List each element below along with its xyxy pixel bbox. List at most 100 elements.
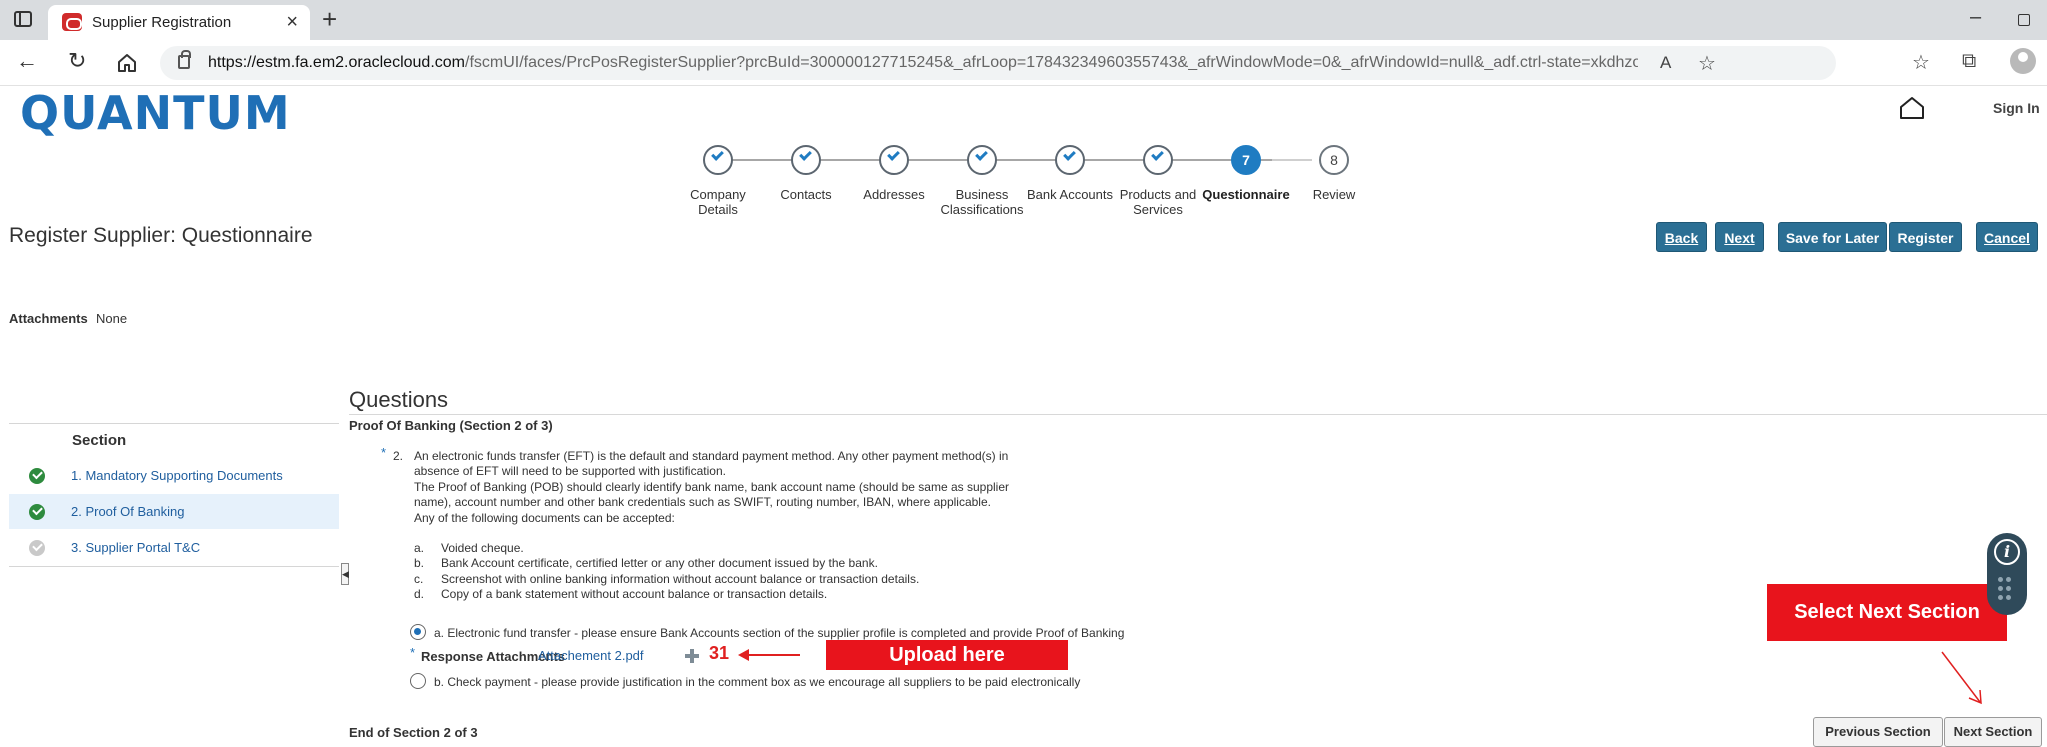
check-icon xyxy=(975,148,988,161)
option-b-label[interactable]: b. Check payment - please provide justif… xyxy=(434,675,1080,689)
incomplete-check-icon xyxy=(29,540,45,556)
next-section-button[interactable]: Next Section xyxy=(1944,717,2042,747)
grip-dot xyxy=(1998,586,2003,591)
train-label-questionnaire: Questionnaire xyxy=(1202,187,1290,202)
home-icon[interactable] xyxy=(116,52,138,74)
train-step-review[interactable]: 8 xyxy=(1319,145,1349,175)
section-item-label: 3. Supplier Portal T&C xyxy=(71,540,201,555)
question-text-line: Any of the following documents can be ac… xyxy=(414,511,675,525)
option-b-radio[interactable] xyxy=(410,673,426,689)
info-widget[interactable]: i xyxy=(1987,533,2027,615)
annotation-arrow-line xyxy=(744,654,800,656)
section-column-header: Section xyxy=(72,432,127,449)
back-icon[interactable]: ← xyxy=(16,48,38,74)
questions-divider xyxy=(349,414,2047,415)
train-step-bank-accounts[interactable] xyxy=(1055,145,1085,175)
grip-dot xyxy=(1998,595,2003,600)
attachment-file-link[interactable]: Attachement 2.pdf xyxy=(538,648,644,663)
check-icon xyxy=(1063,148,1076,161)
train-step-products-services[interactable] xyxy=(1143,145,1173,175)
close-icon[interactable]: × xyxy=(286,11,298,34)
back-button[interactable]: Back xyxy=(1656,222,1707,252)
question-text-line: The Proof of Banking (POB) should clearl… xyxy=(414,480,1009,494)
section-subheading: Proof Of Banking (Section 2 of 3) xyxy=(349,418,553,433)
attachments-label: Attachments xyxy=(9,311,88,326)
grip-dot xyxy=(2006,595,2011,600)
complete-check-icon xyxy=(29,468,45,484)
address-bar: ← ↻ https://estm.fa.em2.oraclecloud.com/… xyxy=(0,40,2047,86)
train-label-bank-accounts: Bank Accounts xyxy=(1027,187,1113,202)
tab-title: Supplier Registration xyxy=(92,14,232,31)
favorites-icon[interactable]: ☆ xyxy=(1912,50,1930,75)
quantum-logo: QUANTUM xyxy=(20,86,291,140)
question-text-line: name), account number and other bank cre… xyxy=(414,495,991,509)
favorite-icon[interactable]: ☆ xyxy=(1698,51,1716,76)
minimize-icon[interactable]: – xyxy=(1970,6,1981,29)
save-for-later-button[interactable]: Save for Later xyxy=(1778,222,1887,252)
section-item-label: 2. Proof Of Banking xyxy=(71,504,185,519)
read-aloud-icon[interactable]: A xyxy=(1660,53,1671,73)
annotation-select-next-section: Select Next Section xyxy=(1767,584,2007,641)
option-a-label[interactable]: a. Electronic fund transfer - please ens… xyxy=(434,626,1124,640)
collections-icon[interactable]: ⧉ xyxy=(1962,50,1976,73)
train-step-business-classifications[interactable] xyxy=(967,145,997,175)
document-letter: d. xyxy=(414,587,425,601)
next-button[interactable]: Next xyxy=(1715,222,1764,252)
register-button[interactable]: Register xyxy=(1889,222,1962,252)
document-letter: b. xyxy=(414,556,425,570)
check-icon xyxy=(1151,148,1164,161)
section-item-mandatory-documents[interactable]: 1. Mandatory Supporting Documents xyxy=(9,458,339,493)
annotation-upload-here: Upload here xyxy=(826,640,1068,670)
lock-icon xyxy=(178,50,191,69)
train-step-questionnaire[interactable]: 7 xyxy=(1231,145,1261,175)
train-label-contacts: Contacts xyxy=(780,187,832,202)
url-text: https://estm.fa.em2.oraclecloud.com/fscm… xyxy=(208,54,1638,71)
grip-dot xyxy=(2006,577,2011,582)
url-field[interactable]: https://estm.fa.em2.oraclecloud.com/fscm… xyxy=(160,46,1836,80)
option-a-radio[interactable] xyxy=(410,624,426,640)
complete-check-icon xyxy=(29,504,45,520)
grip-dot xyxy=(2006,586,2011,591)
annotation-arrow-icon xyxy=(1941,651,1982,705)
browser-tab-bar: Supplier Registration × + – xyxy=(0,0,2047,40)
question-text-line: An electronic funds transfer (EFT) is th… xyxy=(414,449,1009,463)
profile-icon[interactable] xyxy=(2010,48,2036,74)
train-label-products-services: Products and Services xyxy=(1119,187,1197,217)
add-attachment-icon[interactable] xyxy=(685,649,699,663)
sidebar-icon[interactable] xyxy=(14,11,32,27)
new-tab-icon[interactable]: + xyxy=(322,4,337,35)
section-item-supplier-portal-tc[interactable]: 3. Supplier Portal T&C xyxy=(9,530,339,565)
info-icon[interactable]: i xyxy=(1994,539,2020,565)
refresh-icon[interactable]: ↻ xyxy=(68,48,86,74)
document-text: Screenshot with online banking informati… xyxy=(441,572,920,586)
train-label-addresses: Addresses xyxy=(863,187,925,202)
end-of-section-label: End of Section 2 of 3 xyxy=(349,725,478,740)
question-text-line: absence of EFT will need to be supported… xyxy=(414,464,726,478)
section-divider xyxy=(9,423,339,424)
cancel-button[interactable]: Cancel xyxy=(1976,222,2038,252)
required-indicator: * xyxy=(381,445,387,460)
document-text: Copy of a bank statement without account… xyxy=(441,587,828,601)
train-label-review: Review xyxy=(1312,187,1356,202)
home-icon[interactable] xyxy=(1899,96,1925,120)
annotation-number: 31 xyxy=(709,643,730,663)
browser-tab[interactable]: Supplier Registration × xyxy=(48,5,310,40)
train-connector-pending xyxy=(1272,159,1312,161)
sign-in-link[interactable]: Sign In xyxy=(1993,100,2040,116)
section-divider xyxy=(9,566,339,567)
restore-icon[interactable] xyxy=(2018,14,2030,26)
train-step-addresses[interactable] xyxy=(879,145,909,175)
oracle-favicon-icon xyxy=(62,13,82,31)
train-step-contacts[interactable] xyxy=(791,145,821,175)
grip-dot xyxy=(1998,577,2003,582)
collapse-panel-handle[interactable]: ◀ xyxy=(341,563,349,585)
train-step-company-details[interactable] xyxy=(703,145,733,175)
questions-heading: Questions xyxy=(349,387,449,412)
document-text: Voided cheque. xyxy=(441,541,524,555)
train-label-company-details: Company Details xyxy=(690,187,746,217)
section-item-proof-of-banking[interactable]: 2. Proof Of Banking xyxy=(9,494,339,529)
check-icon xyxy=(887,148,900,161)
question-number: 2. xyxy=(393,449,404,463)
page-title: Register Supplier: Questionnaire xyxy=(9,224,313,247)
previous-section-button[interactable]: Previous Section xyxy=(1813,717,1943,747)
